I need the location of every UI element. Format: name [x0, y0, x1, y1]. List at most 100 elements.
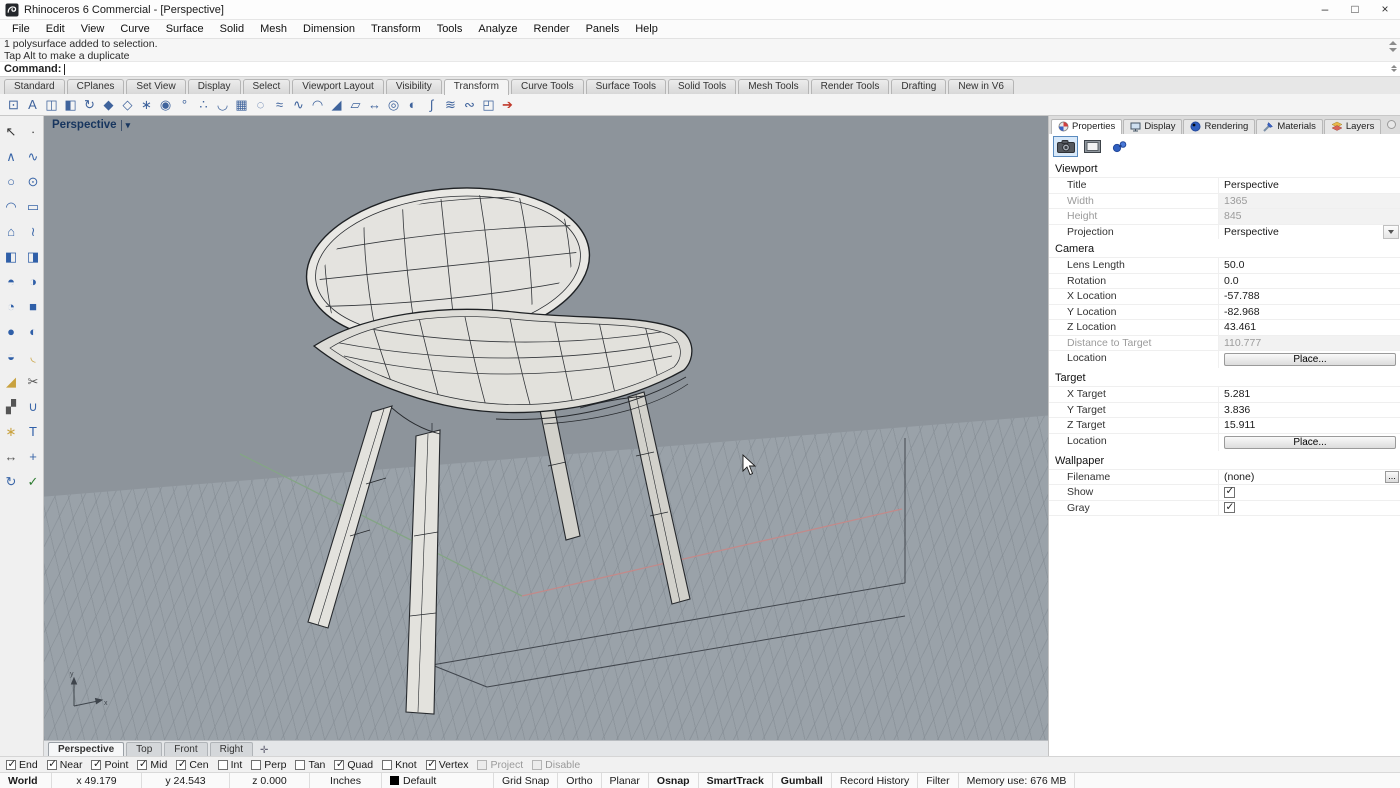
statusbar-field[interactable]: Osnap: [649, 773, 699, 788]
flow-along-curve-icon[interactable]: ∫: [422, 95, 441, 114]
toolbar-tab[interactable]: Select: [243, 79, 291, 94]
command-input[interactable]: Command:: [0, 61, 1400, 77]
array-along-curve-icon[interactable]: ≈: [270, 95, 289, 114]
new-viewport-tab-icon[interactable]: ✛: [255, 745, 273, 756]
browse-wallpaper-button[interactable]: ...: [1385, 471, 1399, 483]
viewport-rect-properties-button[interactable]: [1080, 136, 1105, 157]
boolean-union-icon[interactable]: ◐: [23, 322, 43, 342]
rotate-icon[interactable]: ↻: [1, 472, 21, 492]
object-properties-button[interactable]: [1107, 136, 1132, 157]
rotate-icon[interactable]: ↻: [80, 95, 99, 114]
scroll-up-icon[interactable]: [1389, 41, 1397, 45]
orient-icon[interactable]: ∗: [137, 95, 156, 114]
split-icon[interactable]: ▞: [1, 397, 21, 417]
twist-icon[interactable]: ∿: [289, 95, 308, 114]
toolbar-tab[interactable]: Mesh Tools: [738, 79, 808, 94]
tab-materials[interactable]: Materials: [1256, 119, 1323, 134]
tab-rendering[interactable]: Rendering: [1183, 119, 1255, 134]
toolbar-tab[interactable]: Viewport Layout: [292, 79, 384, 94]
osnap-toggle[interactable]: Perp: [251, 759, 286, 771]
flow-along-surface-icon[interactable]: ≋: [441, 95, 460, 114]
chamfer-icon[interactable]: ◢: [1, 372, 21, 392]
statusbar-field[interactable]: Inches: [310, 773, 382, 788]
statusbar-field[interactable]: Record History: [832, 773, 918, 788]
loft-icon[interactable]: ◨: [23, 247, 43, 267]
rotation-field[interactable]: 0.0: [1219, 274, 1400, 289]
osnap-toggle[interactable]: Vertex: [426, 759, 469, 771]
z-location-field[interactable]: 43.461: [1219, 320, 1400, 335]
projection-dropdown-icon[interactable]: [1383, 225, 1399, 240]
x-target-field[interactable]: 5.281: [1219, 387, 1400, 402]
curve-icon[interactable]: ∿: [23, 147, 43, 167]
check-icon[interactable]: ✓: [23, 472, 43, 492]
menu-item[interactable]: Panels: [578, 22, 628, 36]
dimension-icon[interactable]: ↔: [1, 447, 21, 467]
rectangle-icon[interactable]: ▭: [23, 197, 43, 217]
toolbar-tab[interactable]: Standard: [4, 79, 65, 94]
mirror-icon[interactable]: ◧: [61, 95, 80, 114]
viewport-tab[interactable]: Right: [210, 742, 253, 756]
cage-edit-icon[interactable]: ◰: [479, 95, 498, 114]
camera-place-button[interactable]: Place...: [1224, 353, 1396, 366]
splop-icon[interactable]: ◐: [403, 95, 422, 114]
menu-item[interactable]: Curve: [112, 22, 157, 36]
menu-item[interactable]: Analyze: [470, 22, 525, 36]
statusbar-field[interactable]: z 0.000: [230, 773, 310, 788]
toolbar-tab[interactable]: Surface Tools: [586, 79, 666, 94]
join-icon[interactable]: ∪: [23, 397, 43, 417]
osnap-toggle[interactable]: Disable: [532, 759, 580, 771]
close-button[interactable]: ×: [1370, 0, 1400, 19]
osnap-toggle[interactable]: Knot: [382, 759, 417, 771]
sweep-icon[interactable]: ◔: [1, 297, 21, 317]
osnap-toggle[interactable]: Point: [91, 759, 128, 771]
maelstrom-icon[interactable]: ◎: [384, 95, 403, 114]
shear-icon[interactable]: ▱: [346, 95, 365, 114]
menu-item[interactable]: Tools: [429, 22, 471, 36]
statusbar-field[interactable]: y 24.543: [142, 773, 230, 788]
y-location-field[interactable]: -82.968: [1219, 305, 1400, 320]
taper-icon[interactable]: ◢: [327, 95, 346, 114]
command-scroll-down-icon[interactable]: [1391, 69, 1397, 72]
menu-item[interactable]: Transform: [363, 22, 429, 36]
fillet-icon[interactable]: ◟: [23, 347, 43, 367]
set-points-icon[interactable]: ∴: [194, 95, 213, 114]
panel-options-icon[interactable]: [1387, 120, 1396, 129]
osnap-toggle[interactable]: End: [6, 759, 38, 771]
osnap-toggle[interactable]: Tan: [295, 759, 325, 771]
statusbar-field[interactable]: Memory use: 676 MB: [959, 773, 1076, 788]
move-icon[interactable]: ⊡: [4, 95, 23, 114]
menu-item[interactable]: Help: [627, 22, 666, 36]
wallpaper-filename-field[interactable]: (none) ...: [1219, 470, 1400, 485]
trim-icon[interactable]: ✂: [23, 372, 43, 392]
statusbar-field[interactable]: Filter: [918, 773, 958, 788]
statusbar-field[interactable]: x 49.179: [52, 773, 142, 788]
toolbar-tab[interactable]: Set View: [126, 79, 185, 94]
menu-item[interactable]: File: [4, 22, 38, 36]
text-icon[interactable]: T: [23, 422, 43, 442]
bend-icon[interactable]: ◠: [308, 95, 327, 114]
circle-icon[interactable]: ○: [1, 172, 21, 192]
tab-layers[interactable]: Layers: [1324, 119, 1382, 134]
surface-icon[interactable]: ◧: [1, 247, 21, 267]
toolbar-tab[interactable]: Drafting: [891, 79, 946, 94]
viewport-title-field[interactable]: Perspective: [1219, 178, 1400, 193]
toolbar-tab[interactable]: Visibility: [386, 79, 442, 94]
command-scroll-up-icon[interactable]: [1391, 65, 1397, 68]
revolve-icon[interactable]: ◑: [23, 272, 43, 292]
toolbar-tab[interactable]: CPlanes: [67, 79, 125, 94]
show-wallpaper-checkbox[interactable]: [1224, 487, 1235, 498]
statusbar-field[interactable]: Default: [382, 773, 494, 788]
osnap-toggle[interactable]: Near: [47, 759, 83, 771]
smooth-icon[interactable]: ∾: [460, 95, 479, 114]
polar-array-icon[interactable]: ◌: [251, 95, 270, 114]
z-target-field[interactable]: 15.911: [1219, 418, 1400, 433]
toolbar-tab[interactable]: Solid Tools: [668, 79, 736, 94]
sphere-icon[interactable]: ●: [1, 322, 21, 342]
menu-item[interactable]: Edit: [38, 22, 73, 36]
pointer-icon[interactable]: ↖: [1, 122, 21, 142]
toolbar-tab[interactable]: Curve Tools: [511, 79, 584, 94]
viewport-menu-arrow-icon[interactable]: [126, 119, 131, 131]
move-icon[interactable]: +: [23, 447, 43, 467]
osnap-toggle[interactable]: Mid: [137, 759, 167, 771]
viewport-properties-button[interactable]: [1053, 136, 1078, 157]
